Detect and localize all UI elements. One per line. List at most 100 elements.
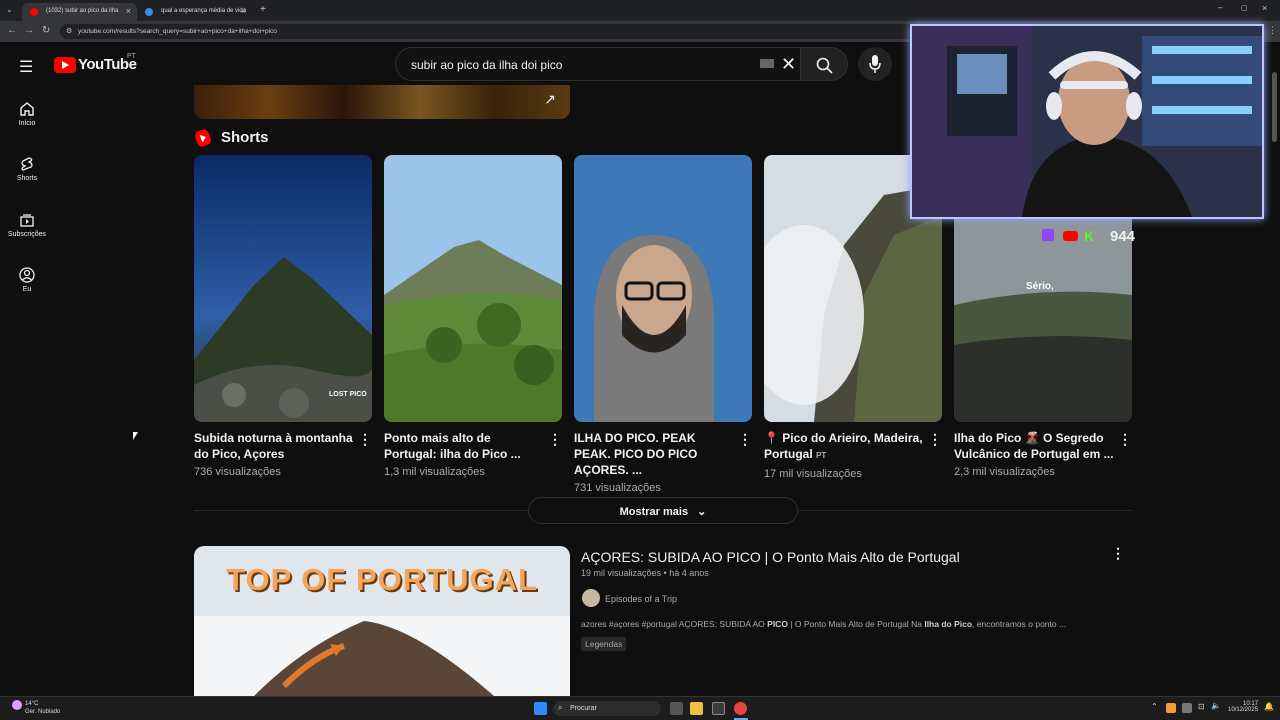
youtube-favicon-icon [30,8,38,16]
kick-icon: K [1084,228,1095,244]
maximize-icon[interactable]: ▢ [1241,4,1248,12]
voice-search-button[interactable] [858,47,892,81]
expand-arrow-icon: ↗ [544,91,556,107]
more-options-icon[interactable]: ⋮ [548,431,562,448]
short-thumbnail[interactable] [194,155,372,422]
sidebar-label: Eu [22,286,32,293]
search-icon: ⌕ [558,703,563,712]
tray-chevron-up-icon[interactable]: ⌃ [1151,702,1158,711]
channel-avatar[interactable] [582,589,600,607]
url-text: youtube.com/results?search_query=subir+a… [78,28,277,35]
more-options-icon[interactable]: ⋮ [738,431,752,448]
taskbar-search-input[interactable]: ⌕ Procurar [553,701,661,716]
short-title[interactable]: ILHA DO PICO. PEAK PEAK. PICO DO PICO AÇ… [574,430,734,478]
minimize-icon[interactable]: – [1218,3,1222,12]
more-options-icon[interactable]: ⋮ [358,431,372,448]
tray-app-icon[interactable] [1182,703,1192,713]
new-tab-icon[interactable]: + [260,4,266,15]
sidebar-item-inicio[interactable]: Início [0,101,54,127]
clock[interactable]: 10:17 10/12/2025 [1228,701,1258,713]
more-options-icon[interactable]: ⋮ [1118,431,1132,448]
page-scrollbar[interactable] [1272,72,1277,142]
previous-video-thumbnail[interactable]: ↗ [194,85,570,119]
shorts-section-title: Shorts [221,129,269,146]
home-icon [20,102,34,116]
video-more-options-icon[interactable]: ⋮ [1111,545,1125,562]
chevron-down-icon: ⌄ [697,506,707,518]
close-tab-icon[interactable]: × [126,6,131,16]
short-views: 1,3 mil visualizações [384,466,485,478]
short-card[interactable]: LOST PICO Subida noturna à montanha do P… [194,155,372,478]
short-card[interactable]: Ponto mais alto de Portugal: ilha do Pic… [384,155,562,478]
keyboard-icon[interactable] [760,59,774,68]
short-views: 736 visualizações [194,466,281,478]
video-meta: 19 mil visualizações • há 4 anos [581,568,709,578]
subscriptions-icon [20,214,34,227]
clock-date: 10/12/2025 [1228,707,1259,713]
short-views: 2,3 mil visualizações [954,466,1055,478]
short-thumbnail[interactable] [384,155,562,422]
notifications-icon[interactable]: 🔔 [1264,702,1274,711]
volume-icon[interactable]: 🔈 [1211,701,1221,710]
follower-count: 944 [1110,228,1136,245]
short-title[interactable]: Ilha do Pico 🌋 O Segredo Vulcânico de Po… [954,430,1114,462]
reload-icon[interactable]: ↻ [42,25,50,36]
mouse-cursor-icon [133,432,138,440]
windows-start-icon[interactable] [534,702,547,715]
shorts-icon [21,157,33,171]
browser-menu-icon[interactable]: ⋮ [1268,25,1277,36]
back-icon[interactable]: ← [7,25,17,36]
sidebar-item-eu[interactable]: Eu [0,267,54,293]
thumbnail-text: TOP OF PORTUGAL [226,562,538,597]
close-window-icon[interactable]: × [1262,3,1267,13]
streamer-webcam [910,24,1264,219]
short-views: 17 mil visualizações [764,468,862,480]
url-field[interactable]: ⚙ youtube.com/results?search_query=subir… [60,24,940,39]
short-title[interactable]: 📍 Pico do Arieiro, Madeira, Portugal PT [764,430,924,464]
video-thumbnail[interactable]: TOP OF PORTUGAL [194,546,570,696]
video-description: azores #açores #portugal AÇORES: SUBIDA … [581,619,1067,629]
tray-app-icon[interactable] [1166,703,1176,713]
channel-name[interactable]: Episodes of a Trip [605,594,677,604]
webcam-image [912,26,1262,217]
sidebar-label: Subscrições [7,231,47,238]
store-icon[interactable] [712,702,725,715]
chrome-icon[interactable] [734,702,747,715]
show-more-button[interactable]: Mostrar mais ⌄ [528,497,798,524]
weather-icon[interactable] [12,700,22,710]
close-tab-icon[interactable]: × [241,6,246,16]
tab-label: (1032) subir ao pico da ilha [46,8,119,14]
forward-icon[interactable]: → [24,25,34,36]
short-watermark: LOST PICO [329,391,367,398]
search-icon [816,57,833,74]
sidebar-item-subscricoes[interactable]: Subscrições [0,212,54,238]
short-title[interactable]: Ponto mais alto de Portugal: ilha do Pic… [384,430,544,462]
short-thumbnail[interactable] [574,155,752,422]
sidebar-item-shorts[interactable]: Shorts [0,156,54,182]
taskbar-search-placeholder: Procurar [570,705,597,712]
short-thumbnail-image [574,155,752,422]
task-view-icon[interactable] [670,702,683,715]
short-title[interactable]: Subida noturna à montanha do Pico, Açore… [194,430,354,462]
site-info-icon[interactable]: ⚙ [66,27,72,35]
tab-youtube[interactable]: (1032) subir ao pico da ilha × [22,3,137,21]
network-icon[interactable]: ⊡ [1198,702,1205,711]
hamburger-menu-icon[interactable]: ☰ [19,57,33,77]
search-button[interactable] [800,47,848,81]
youtube-logo-icon[interactable] [54,57,76,73]
short-card[interactable]: ILHA DO PICO. PEAK PEAK. PICO DO PICO AÇ… [574,155,752,494]
video-title[interactable]: AÇORES: SUBIDA AO PICO | O Ponto Mais Al… [581,549,960,565]
browser-tab-bar: ⌄ (1032) subir ao pico da ilha × qual a … [0,0,1280,21]
search-input[interactable]: subir ao pico da ilha doi pico ✕ [395,47,805,81]
language-badge: PT [816,451,827,460]
clear-search-icon[interactable]: ✕ [781,54,796,75]
more-options-icon[interactable]: ⋮ [928,431,942,448]
windows-taskbar: 14°C Ger. Nublado ⌕ Procurar ⌃ ⊡ 🔈 10:17… [0,696,1280,720]
tab-google[interactable]: qual a esperança média de vida × [137,3,252,21]
file-explorer-icon[interactable] [690,702,703,715]
google-favicon-icon [145,8,153,16]
short-views: 731 visualizações [574,482,661,494]
tab-menu-icon[interactable]: ⌄ [6,5,13,14]
sidebar-label: Início [18,120,36,127]
region-label: PT [127,53,136,60]
